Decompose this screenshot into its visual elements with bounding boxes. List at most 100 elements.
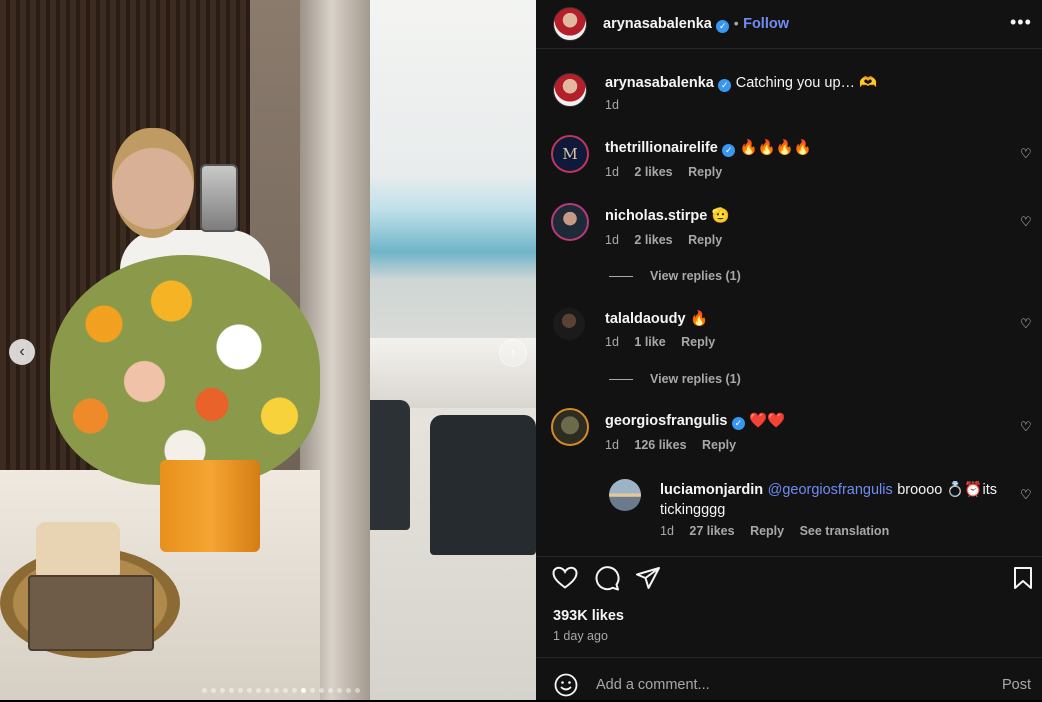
comment-username[interactable]: talaldaoudy (605, 311, 686, 327)
reply-mention[interactable]: @georgiosfrangulis (768, 482, 893, 498)
verified-badge-icon: ✓ (731, 417, 745, 430)
caption-author-avatar[interactable] (553, 73, 587, 107)
comment-text: 🔥🔥🔥🔥 (739, 140, 812, 156)
carousel-dot (238, 688, 243, 693)
verified-badge-icon: ✓ (716, 20, 730, 33)
follow-button[interactable]: Follow (743, 16, 789, 32)
more-icon[interactable]: ••• (1010, 12, 1032, 33)
reply-like-heart-icon[interactable]: ♡ (1020, 487, 1032, 503)
comment: talaldaoudy 🔥 (605, 310, 708, 328)
author-username[interactable]: arynasabalenka (603, 16, 712, 32)
carousel-next-button[interactable]: › (499, 339, 527, 367)
avatar-monogram: M (562, 145, 578, 163)
composer-divider (536, 657, 1042, 658)
photo-flowers (50, 255, 320, 485)
reply-button[interactable]: Reply (688, 233, 722, 247)
carousel-dot (283, 688, 288, 693)
reply-likes[interactable]: 27 likes (689, 524, 734, 538)
comment-likes[interactable]: 126 likes (634, 438, 686, 452)
reply-avatar[interactable] (609, 479, 641, 511)
see-translation-button[interactable]: See translation (800, 524, 890, 538)
reply-button[interactable]: Reply (688, 165, 722, 179)
comment-likes[interactable]: 1 like (634, 335, 665, 349)
caption-text: Catching you up… 🫶 (735, 75, 878, 91)
actions-divider (536, 556, 1042, 557)
emoji-icon[interactable] (554, 673, 578, 702)
reply-text-line2: tickingggg (660, 502, 726, 518)
author-avatar[interactable] (553, 7, 587, 41)
comment-meta: 1d 2 likes Reply (605, 165, 722, 179)
comment-text: ❤️❤️ (749, 413, 786, 429)
add-comment-input[interactable] (594, 676, 978, 694)
post-comment-button[interactable]: Post (1002, 677, 1031, 693)
comment-text: 🫡 (711, 208, 730, 224)
carousel-dot (319, 688, 324, 693)
post-media[interactable]: ‹ › (0, 0, 536, 700)
comment-text: 🔥 (690, 311, 709, 327)
reply-button[interactable]: Reply (750, 524, 784, 538)
comment-like-heart-icon[interactable]: ♡ (1020, 214, 1032, 230)
chevron-right-icon: › (510, 344, 516, 361)
carousel-dot (328, 688, 333, 693)
reply-button[interactable]: Reply (681, 335, 715, 349)
post-time: 1 day ago (553, 629, 608, 643)
carousel-dot (346, 688, 351, 693)
comment-meta: 1d 1 like Reply (605, 335, 715, 349)
photo-phone (200, 164, 238, 232)
reply-username[interactable]: luciamonjardin (660, 482, 763, 498)
comment-time: 1d (605, 438, 619, 452)
photo-chair (430, 415, 536, 555)
commenter-avatar[interactable] (551, 203, 589, 241)
carousel-prev-button[interactable]: ‹ (9, 339, 35, 365)
carousel-dot (274, 688, 279, 693)
comment-username[interactable]: thetrillionairelife (605, 140, 718, 156)
commenter-avatar[interactable]: M (551, 135, 589, 173)
comment-like-heart-icon[interactable]: ♡ (1020, 146, 1032, 162)
reply-button[interactable]: Reply (702, 438, 736, 452)
commenter-avatar[interactable] (553, 308, 585, 340)
carousel-dot (265, 688, 270, 693)
share-icon[interactable] (635, 566, 661, 595)
comment-time: 1d (605, 233, 619, 247)
carousel-dots (202, 688, 360, 693)
carousel-dot (211, 688, 216, 693)
reply-comment: luciamonjardin @georgiosfrangulis broooo… (660, 480, 1000, 520)
comment-time: 1d (605, 165, 619, 179)
comment: georgiosfrangulis ✓ ❤️❤️ (605, 412, 785, 430)
likes-count[interactable]: 393K likes (553, 608, 624, 624)
carousel-dot (202, 688, 207, 693)
comment-like-heart-icon[interactable]: ♡ (1020, 316, 1032, 332)
header-separator: • (733, 15, 739, 31)
view-replies-button[interactable]: View replies (1) (650, 269, 741, 283)
comment: thetrillionairelife ✓ 🔥🔥🔥🔥 (605, 139, 812, 157)
photo-person-head (112, 128, 194, 238)
photo-socket (28, 575, 154, 651)
replies-rule (609, 276, 633, 277)
view-replies-button[interactable]: View replies (1) (650, 372, 741, 386)
comment-time: 1d (605, 335, 619, 349)
carousel-dot (220, 688, 225, 693)
bookmark-icon[interactable] (1012, 566, 1034, 595)
comment-username[interactable]: georgiosfrangulis (605, 413, 727, 429)
comment-icon[interactable] (594, 566, 620, 596)
caption: arynasabalenka ✓ Catching you up… 🫶 (605, 74, 877, 92)
comment-likes[interactable]: 2 likes (634, 233, 672, 247)
comment: nicholas.stirpe 🫡 (605, 207, 730, 225)
carousel-dot (229, 688, 234, 693)
commenter-avatar[interactable] (551, 408, 589, 446)
post-details-panel: arynasabalenka ✓ • Follow ••• arynasabal… (536, 0, 1042, 700)
comment-likes[interactable]: 2 likes (634, 165, 672, 179)
comment-like-heart-icon[interactable]: ♡ (1020, 419, 1032, 435)
photo-vase (160, 460, 260, 552)
heart-icon[interactable] (552, 566, 578, 595)
caption-author-username[interactable]: arynasabalenka (605, 75, 714, 91)
carousel-dot (337, 688, 342, 693)
carousel-dot (247, 688, 252, 693)
header-divider (536, 48, 1042, 49)
comment-username[interactable]: nicholas.stirpe (605, 208, 707, 224)
reply-meta: 1d 27 likes Reply See translation (660, 524, 889, 538)
carousel-dot-active (301, 688, 306, 693)
post-header: arynasabalenka ✓ • Follow (603, 15, 789, 33)
chevron-left-icon: ‹ (19, 343, 25, 360)
carousel-dot (355, 688, 360, 693)
